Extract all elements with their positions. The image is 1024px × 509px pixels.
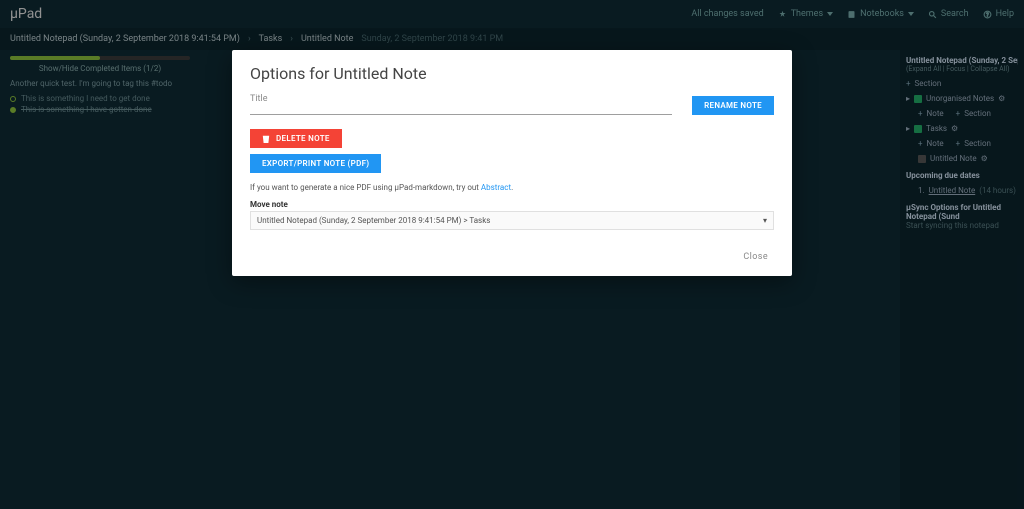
note-options-modal: Options for Untitled Note Title Rename N… xyxy=(232,50,792,276)
move-note-label: Move note xyxy=(250,200,774,209)
modal-overlay[interactable]: Options for Untitled Note Title Rename N… xyxy=(0,0,1024,509)
delete-note-label: Delete Note xyxy=(276,134,330,143)
move-note-select[interactable]: Untitled Notepad (Sunday, 2 September 20… xyxy=(250,211,774,230)
move-note-value: Untitled Notepad (Sunday, 2 September 20… xyxy=(257,216,490,225)
trash-icon xyxy=(262,134,270,143)
close-button[interactable]: Close xyxy=(737,248,774,266)
abstract-link[interactable]: Abstract xyxy=(481,183,511,192)
pdf-hint: If you want to generate a nice PDF using… xyxy=(250,183,774,192)
modal-heading: Options for Untitled Note xyxy=(250,64,774,83)
rename-note-button[interactable]: Rename Note xyxy=(692,96,774,115)
title-label: Title xyxy=(250,94,267,104)
title-field[interactable]: Title xyxy=(250,93,672,115)
export-note-button[interactable]: Export/Print Note (PDF) xyxy=(250,154,381,173)
chevron-down-icon: ▾ xyxy=(763,216,767,225)
delete-note-button[interactable]: Delete Note xyxy=(250,129,342,148)
pdf-hint-text: If you want to generate a nice PDF using… xyxy=(250,183,481,192)
